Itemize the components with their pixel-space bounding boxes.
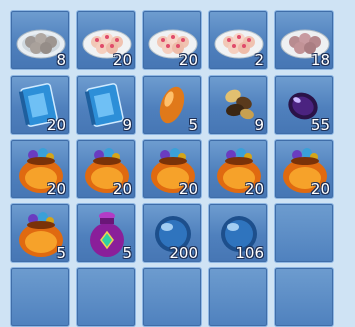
inventory-slot[interactable]: 20	[208, 139, 268, 199]
item-count: 9	[254, 116, 264, 134]
inventory-slot-empty[interactable]	[274, 203, 334, 263]
inventory-slot[interactable]: 55	[274, 75, 334, 135]
item-count: 106	[235, 244, 264, 262]
item-count: 20	[46, 116, 66, 134]
inventory-slot-empty[interactable]	[274, 267, 334, 327]
inventory-slot[interactable]: 5	[142, 75, 202, 135]
inventory-slot[interactable]: 20	[10, 75, 70, 135]
item-count: 55	[310, 116, 330, 134]
item-count: 20	[112, 51, 132, 69]
inventory-slot-empty[interactable]	[142, 267, 202, 327]
item-count: 18	[310, 51, 330, 69]
item-count: 5	[122, 244, 132, 262]
item-count: 20	[178, 51, 198, 69]
inventory-slot[interactable]: 18	[274, 10, 334, 70]
inventory-slot[interactable]: 9	[76, 75, 136, 135]
inventory-slot[interactable]: 9	[208, 75, 268, 135]
inventory-slot[interactable]: 20	[274, 139, 334, 199]
inventory-slot[interactable]: 5	[10, 203, 70, 263]
inventory-slot[interactable]: 106	[208, 203, 268, 263]
item-count: 8	[56, 51, 66, 69]
inventory-slot-empty[interactable]	[208, 267, 268, 327]
item-count: 20	[244, 180, 264, 198]
inventory-slot[interactable]: 8	[10, 10, 70, 70]
inventory-grid: 8 20 20 2 18 20 9 5 9 55 20 20 20 20 20 …	[0, 0, 355, 327]
inventory-slot[interactable]: 2	[208, 10, 268, 70]
item-count: 2	[254, 51, 264, 69]
item-count: 200	[169, 244, 198, 262]
inventory-slot[interactable]: 200	[142, 203, 202, 263]
item-count: 9	[122, 116, 132, 134]
item-count: 20	[112, 180, 132, 198]
item-count: 20	[46, 180, 66, 198]
inventory-slot[interactable]: 20	[76, 10, 136, 70]
inventory-slot[interactable]: 20	[10, 139, 70, 199]
item-count: 5	[188, 116, 198, 134]
inventory-slot[interactable]: 5	[76, 203, 136, 263]
inventory-slot-empty[interactable]	[76, 267, 136, 327]
inventory-slot[interactable]: 20	[142, 139, 202, 199]
item-count: 20	[178, 180, 198, 198]
item-count: 20	[310, 180, 330, 198]
inventory-slot[interactable]: 20	[142, 10, 202, 70]
inventory-slot[interactable]: 20	[76, 139, 136, 199]
inventory-slot-empty[interactable]	[10, 267, 70, 327]
item-count: 5	[56, 244, 66, 262]
